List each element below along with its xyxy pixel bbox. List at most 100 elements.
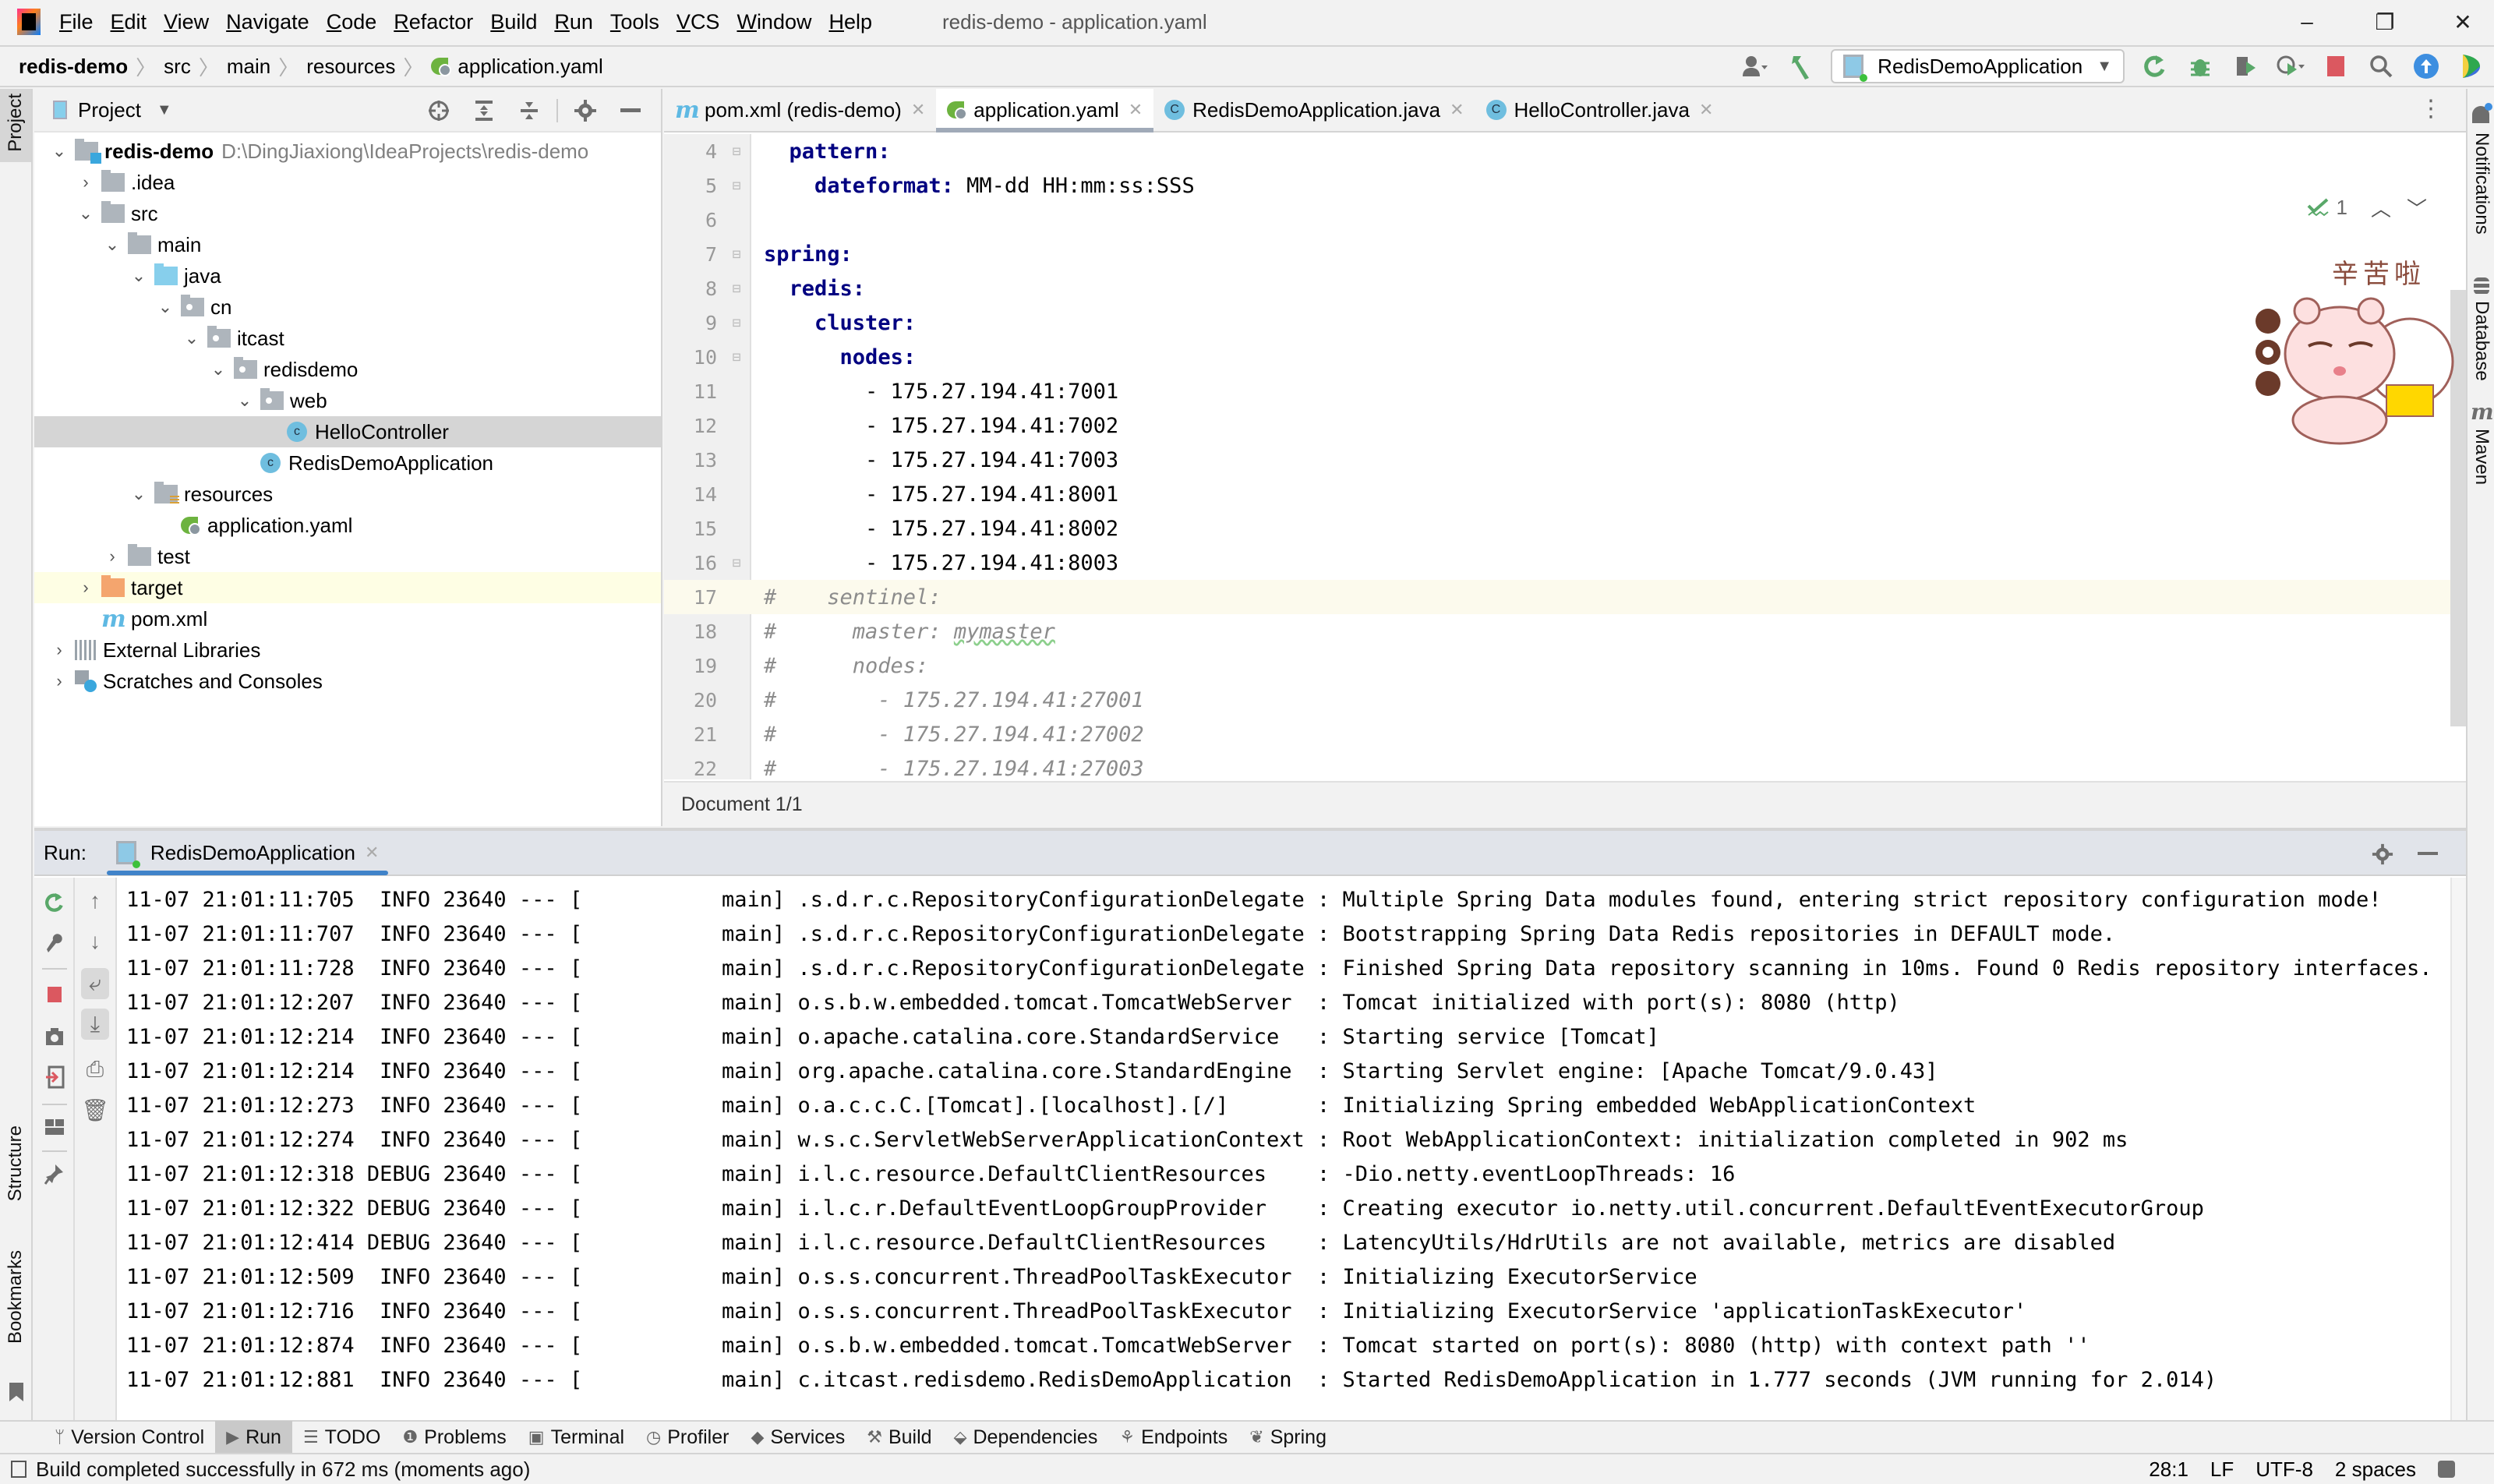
lock-icon[interactable]: [2438, 1461, 2455, 1478]
gear-icon[interactable]: [570, 95, 601, 126]
chevron-right-icon[interactable]: ›: [50, 640, 69, 660]
rerun-icon[interactable]: [41, 887, 69, 918]
stop-icon[interactable]: [41, 979, 69, 1010]
maven-tool-button[interactable]: Maven: [2471, 429, 2492, 485]
project-tool-button[interactable]: Project: [0, 89, 31, 162]
menu-build[interactable]: Build: [490, 10, 537, 34]
scroll-to-end-icon[interactable]: ⤓: [81, 1009, 109, 1040]
tab-hello-controller[interactable]: C HelloController.java ✕: [1475, 89, 1725, 131]
expand-all-icon[interactable]: [468, 95, 500, 126]
console-output[interactable]: 11-07 21:01:11:705 INFO 23640 --- [ main…: [126, 882, 2449, 1412]
code-editor[interactable]: 4 ⊟ pattern: 5 ⊟ dateformat: MM-dd HH:mm:ss…: [664, 134, 2466, 779]
document-breadcrumb[interactable]: Document 1/1: [664, 781, 2466, 826]
gear-icon[interactable]: [2367, 839, 2398, 870]
tree-item[interactable]: ⌄ itcast: [34, 323, 661, 354]
pin-icon[interactable]: [41, 1158, 69, 1189]
next-highlight-icon[interactable]: ﹀: [2407, 193, 2427, 222]
menu-vcs[interactable]: VCS: [676, 10, 720, 34]
menu-refactor[interactable]: Refactor: [394, 10, 473, 34]
tool-window-spring[interactable]: ❦ Spring: [1238, 1421, 1337, 1454]
tool-window-terminal[interactable]: ▣ Terminal: [518, 1421, 635, 1454]
soft-wrap-icon[interactable]: ⤶: [81, 968, 109, 999]
structure-tool-button[interactable]: Structure: [5, 1125, 26, 1201]
build-hammer-icon[interactable]: [1785, 51, 1816, 82]
print-icon[interactable]: ⎙: [81, 1054, 109, 1085]
tree-item[interactable]: ⌄ web: [34, 385, 661, 416]
run-tab-redis-demo-application[interactable]: RedisDemoApplication ✕: [106, 830, 389, 875]
tab-application-yaml[interactable]: application.yaml ✕: [936, 89, 1154, 132]
chevron-down-icon[interactable]: ⌄: [129, 266, 148, 286]
notifications-tool-button[interactable]: Notifications: [2471, 132, 2492, 235]
fold-marker-icon[interactable]: ⊟: [722, 246, 751, 263]
tool-window-endpoints[interactable]: ⚘ Endpoints: [1108, 1421, 1238, 1454]
tree-item[interactable]: ⌄ redis-demo D:\DingJiaxiong\IdeaProjects\…: [34, 136, 661, 167]
coverage-icon[interactable]: [2230, 51, 2261, 82]
chevron-right-icon[interactable]: ›: [76, 578, 95, 598]
fold-marker-icon[interactable]: ⊟: [722, 143, 751, 160]
menu-code[interactable]: Code: [327, 10, 377, 34]
tool-window-profiler[interactable]: ◷ Profiler: [635, 1421, 740, 1454]
collapse-all-icon[interactable]: [514, 95, 545, 126]
menu-window[interactable]: Window: [737, 10, 811, 34]
indent-setting[interactable]: 2 spaces: [2335, 1458, 2416, 1482]
breadcrumb-file[interactable]: application.yaml: [457, 55, 602, 79]
menu-view[interactable]: View: [164, 10, 209, 34]
exit-icon[interactable]: [41, 1062, 69, 1093]
bookmarks-tool-button[interactable]: Bookmarks: [5, 1250, 26, 1344]
tree-item[interactable]: c RedisDemoApplication: [34, 447, 661, 479]
menu-navigate[interactable]: Navigate: [226, 10, 309, 34]
close-window-button[interactable]: ✕: [2439, 6, 2486, 37]
view-select-chevron-icon[interactable]: ▼: [157, 101, 172, 119]
more-options-icon[interactable]: ⋮: [2419, 95, 2443, 122]
restore-button[interactable]: ❐: [2362, 6, 2408, 37]
caret-position[interactable]: 28:1: [2149, 1458, 2188, 1482]
tool-window-problems[interactable]: ❶ Problems: [391, 1421, 517, 1454]
hide-panel-icon[interactable]: [2412, 839, 2443, 870]
debug-icon[interactable]: [2185, 51, 2216, 82]
tool-window-version-control[interactable]: ᛘ Version Control: [44, 1421, 215, 1454]
fold-marker-icon[interactable]: ⊟: [722, 315, 751, 331]
scroll-down-icon[interactable]: ↓: [81, 926, 109, 957]
menu-tools[interactable]: Tools: [610, 10, 659, 34]
scroll-up-icon[interactable]: ↑: [81, 885, 109, 917]
tree-item[interactable]: › test: [34, 541, 661, 572]
update-icon[interactable]: [2411, 51, 2442, 82]
tree-item[interactable]: ⌄ main: [34, 229, 661, 260]
breadcrumb-resources[interactable]: resources: [306, 55, 395, 79]
tree-item[interactable]: ⌄ resources: [34, 479, 661, 510]
search-icon[interactable]: [2365, 51, 2397, 82]
breadcrumb-project[interactable]: redis-demo: [19, 55, 128, 79]
chevron-right-icon[interactable]: ›: [76, 172, 95, 193]
close-tab-icon[interactable]: ✕: [1129, 100, 1143, 120]
rerun-icon[interactable]: [2139, 51, 2171, 82]
project-panel-title[interactable]: Project: [78, 98, 141, 122]
profile-icon[interactable]: [2275, 51, 2306, 82]
tree-item[interactable]: › .idea: [34, 167, 661, 198]
chevron-down-icon[interactable]: ⌄: [129, 484, 148, 504]
previous-highlight-icon[interactable]: ︿: [2371, 193, 2391, 222]
menu-edit[interactable]: Edit: [111, 10, 147, 34]
line-separator[interactable]: LF: [2210, 1458, 2234, 1482]
chevron-down-icon[interactable]: ⌄: [235, 390, 254, 411]
minimize-button[interactable]: –: [2284, 6, 2330, 37]
layout-icon[interactable]: [41, 1111, 69, 1143]
hide-panel-icon[interactable]: [615, 95, 646, 126]
toggle-tool-windows-icon[interactable]: [11, 1461, 26, 1478]
chevron-down-icon[interactable]: ⌄: [182, 328, 201, 348]
stop-icon[interactable]: [2320, 51, 2351, 82]
chevron-down-icon[interactable]: ⌄: [156, 297, 175, 317]
wrench-icon[interactable]: [41, 928, 69, 959]
status-message[interactable]: Build completed successfully in 672 ms (…: [36, 1458, 530, 1482]
close-tab-icon[interactable]: ✕: [911, 100, 925, 120]
camera-dump-icon[interactable]: [41, 1021, 69, 1052]
tree-item[interactable]: › target: [34, 572, 661, 603]
fold-marker-icon[interactable]: ⊟: [722, 349, 751, 366]
tab-pom-xml[interactable]: m pom.xml (redis-demo) ✕: [664, 89, 936, 131]
chevron-right-icon[interactable]: ›: [50, 671, 69, 691]
close-run-tab-icon[interactable]: ✕: [365, 843, 379, 863]
menu-file[interactable]: File: [59, 10, 94, 34]
tool-window-run[interactable]: ▶ Run: [215, 1421, 292, 1454]
tool-window-todo[interactable]: ☰ TODO: [292, 1421, 392, 1454]
chevron-down-icon[interactable]: ⌄: [209, 359, 228, 380]
tree-item[interactable]: application.yaml: [34, 510, 661, 541]
